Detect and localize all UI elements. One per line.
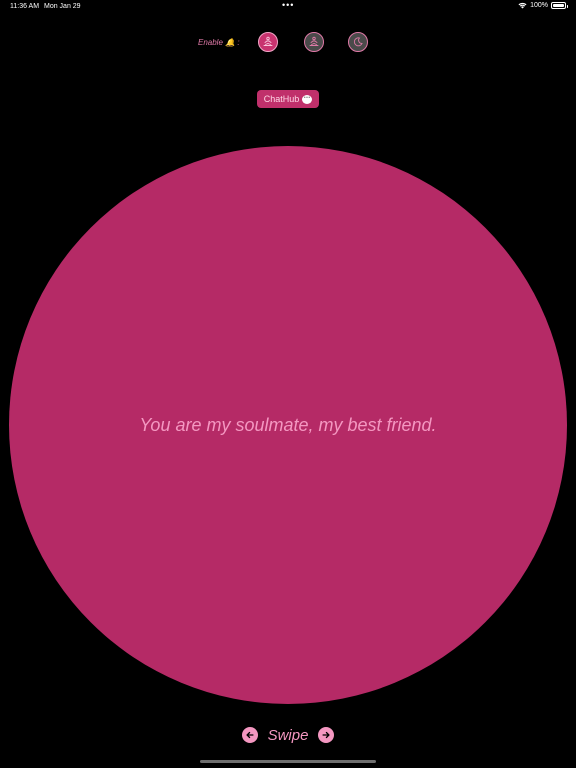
enable-notifications-row: Enable 🔔 : <box>0 31 576 55</box>
battery-icon <box>551 2 568 9</box>
multitasking-dots[interactable]: ••• <box>282 0 294 10</box>
sleep-mode-button[interactable] <box>348 32 368 52</box>
meditation-icon <box>263 36 273 46</box>
swipe-label: Swipe <box>267 726 309 744</box>
status-indicators: 100% <box>518 2 568 9</box>
status-date: Mon Jan 29 <box>44 3 81 10</box>
speech-bubble-icon: ••• <box>302 94 313 104</box>
chathub-label: ChatHub <box>263 94 300 104</box>
arrow-left-icon <box>246 731 254 739</box>
arrow-right-icon <box>322 731 330 739</box>
status-time: 11:36 AM <box>10 3 40 10</box>
chathub-button[interactable]: ChatHub ••• <box>257 90 319 108</box>
quote-card[interactable]: You are my soulmate, my best friend. <box>9 146 567 704</box>
focus-mode-button[interactable] <box>304 32 324 52</box>
battery-fill <box>553 4 564 7</box>
battery-percent: 100% <box>530 2 548 9</box>
meditation-mode-button[interactable] <box>258 32 278 52</box>
next-button[interactable] <box>318 727 335 743</box>
home-indicator[interactable] <box>200 760 376 763</box>
moon-icon <box>353 37 363 47</box>
swipe-navigation: Swipe <box>0 725 576 745</box>
enable-label: Enable 🔔 : <box>198 38 240 47</box>
meditation-outline-icon <box>309 36 319 46</box>
wifi-icon <box>518 2 527 9</box>
status-bar: 11:36 AM Mon Jan 29 ••• 100% <box>0 0 576 14</box>
quote-text: You are my soulmate, my best friend. <box>139 414 437 435</box>
previous-button[interactable] <box>241 727 258 743</box>
